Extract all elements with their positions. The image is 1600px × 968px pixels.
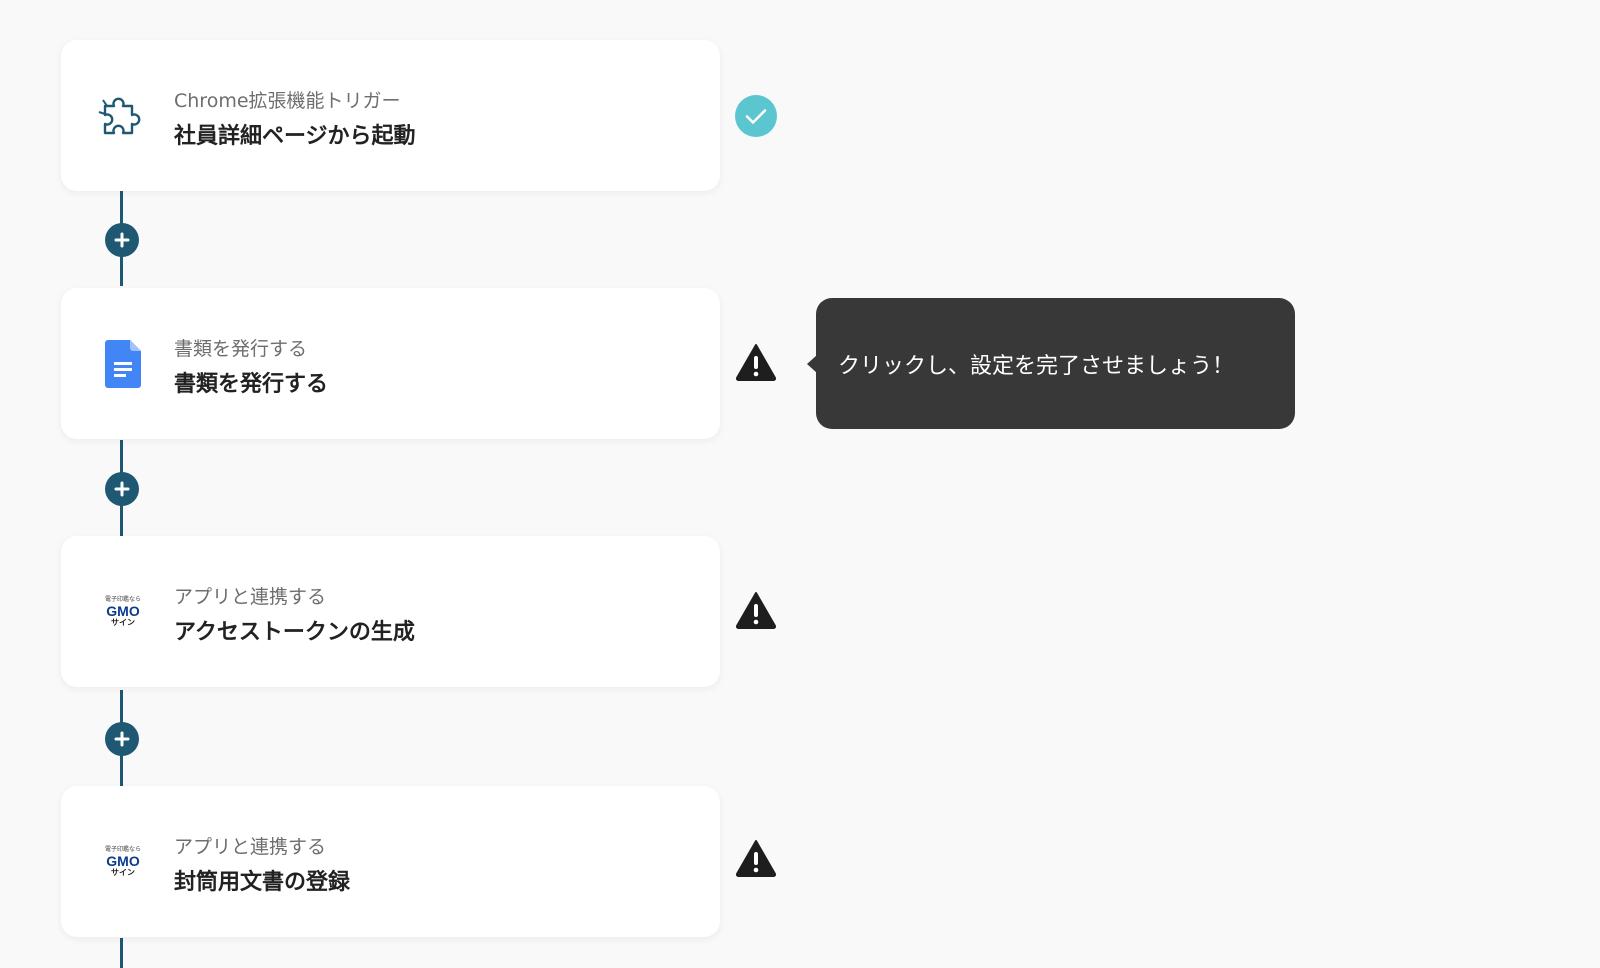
add-step-button[interactable] [105, 722, 139, 756]
gmo-sign-logo: 電子印鑑なら GMO サイン [104, 845, 141, 877]
step-subtitle: アプリと連携する [174, 836, 327, 858]
tooltip-text: クリックし、設定を完了させましょう！ [838, 353, 1235, 379]
gmo-sign-logo: 電子印鑑なら GMO サイン [104, 595, 141, 627]
puzzle-icon [97, 90, 149, 142]
step-title: 封筒用文書の登録 [174, 870, 351, 895]
step-card-chrome-trigger[interactable]: Chrome拡張機能トリガー 社員詳細ページから起動 [61, 40, 720, 191]
tooltip-arrow [807, 355, 817, 373]
complete-check-icon [734, 94, 778, 138]
step-card-register-envelope[interactable]: 電子印鑑なら GMO サイン アプリと連携する 封筒用文書の登録 [61, 786, 720, 937]
step-subtitle: 書類を発行する [174, 338, 308, 360]
warning-icon [734, 836, 778, 880]
plus-icon [114, 232, 130, 248]
warning-icon [734, 340, 778, 384]
step-card-generate-token[interactable]: 電子印鑑なら GMO サイン アプリと連携する アクセストークンの生成 [61, 536, 720, 687]
plus-icon [114, 731, 130, 747]
step-title: アクセストークンの生成 [174, 620, 415, 645]
step-card-issue-document[interactable]: 書類を発行する 書類を発行する [61, 288, 720, 439]
connector-line [120, 938, 123, 968]
flow-canvas: Chrome拡張機能トリガー 社員詳細ページから起動 書類を発行する 書類を発行… [0, 0, 1600, 968]
step-subtitle: Chrome拡張機能トリガー [174, 90, 401, 112]
plus-icon [114, 481, 130, 497]
google-docs-icon [97, 338, 149, 390]
step-title: 社員詳細ページから起動 [174, 124, 416, 149]
warning-icon [734, 588, 778, 632]
step-subtitle: アプリと連携する [174, 586, 327, 608]
add-step-button[interactable] [105, 223, 139, 257]
add-step-button[interactable] [105, 472, 139, 506]
step-title: 書類を発行する [174, 372, 329, 397]
setup-hint-tooltip: クリックし、設定を完了させましょう！ [807, 298, 1295, 429]
